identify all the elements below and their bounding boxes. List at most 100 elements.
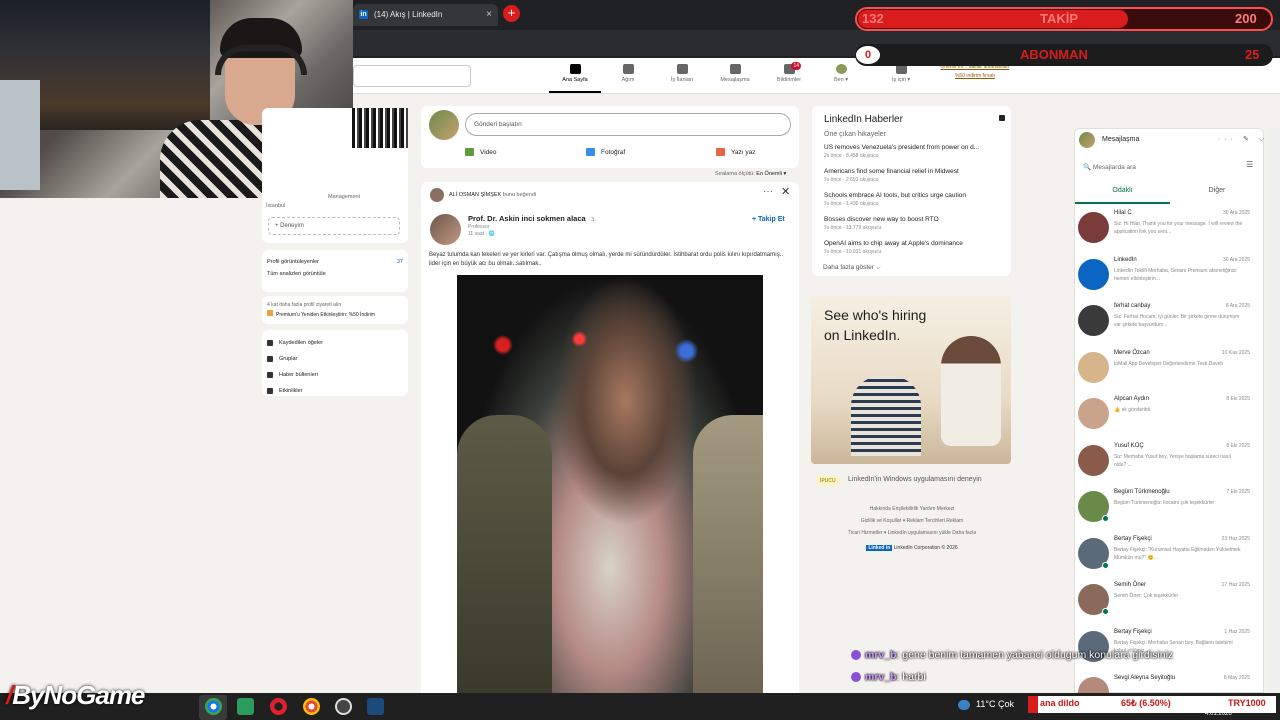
tab-close-icon[interactable]: × (486, 9, 492, 20)
conversation-item[interactable]: Yusuf KOÇ 8 Eki 2025 Siz: Merhaba Yusuf be… (1076, 442, 1252, 488)
nav-messaging[interactable]: Mesajlaşma (709, 64, 761, 83)
nav-business[interactable]: İş için ▾ (875, 64, 927, 83)
weather-widget[interactable]: 11°C Çok (958, 699, 1014, 710)
article-label: Yazı yaz (731, 148, 756, 156)
news-meta: 7s önce · 1.430 okuyucu (824, 201, 879, 207)
nav-notifications[interactable]: 14 Bildirimler (763, 62, 815, 83)
news-headline: US removes Venezuela's president from po… (824, 144, 980, 151)
liker-action: bunu beğendi (502, 192, 537, 198)
start-post-input[interactable]: Gönderi başlatın (465, 113, 791, 136)
news-meta: 2s önce · 8.458 okuyucu (824, 153, 879, 159)
message-search-input[interactable]: 🔍 Mesajlarda ara (1083, 163, 1136, 171)
profile-banner (352, 108, 408, 148)
news-item[interactable]: Americans find some financial relief in … (824, 168, 1004, 183)
conversation-item[interactable]: Alpcan Aydın 8 Eki 2025 👍 ek gönderildi. (1076, 395, 1252, 441)
conversation-name: ferhat canbay (1114, 303, 1151, 309)
sort-dropdown[interactable]: Sıralama ölçütü: En Önemli ▾ (715, 171, 786, 177)
conversation-preview: LinkedIn Teklifi Merhaba, Senani Premium… (1114, 267, 1237, 282)
search-input[interactable] (353, 65, 471, 87)
close-icon[interactable]: ✕ (781, 185, 790, 198)
messaging-title[interactable]: Mesajlaşma (1102, 136, 1139, 143)
profile-viewers-row[interactable]: Profil görüntüleyenler 37 (267, 259, 403, 265)
nav-home[interactable]: Ana Sayfa (549, 64, 601, 93)
news-item[interactable]: US removes Venezuela's president from po… (824, 144, 1004, 159)
store-icon[interactable] (237, 698, 254, 715)
location-line: İstanbul (266, 203, 286, 209)
post-image[interactable] (457, 275, 763, 695)
conversation-item[interactable]: Merve Özcan 10 Kas 2025 InMail App Develop… (1076, 349, 1252, 395)
footer-row[interactable]: Ticari Hizmetler ▾ LinkedIn uygulamasını… (812, 527, 1012, 539)
link-label: Kaydedilen öğeler (279, 340, 324, 346)
conversation-date: 8 Eki 2025 (1226, 442, 1250, 449)
video-button[interactable]: Video (465, 148, 497, 156)
author-name-text: Prof. Dr. Askin inci sokmen alaca (468, 214, 586, 223)
info-icon[interactable] (999, 115, 1005, 121)
nav-network[interactable]: Ağım (602, 64, 654, 83)
chat-text: : gene benim tamamen yabanci oldugum kon… (896, 649, 1174, 661)
connection-degree: · 3. (587, 217, 596, 223)
avatar[interactable] (1079, 132, 1095, 148)
premium-icon (267, 310, 273, 316)
saved-items-link[interactable]: Kaydedilen öğeler (267, 335, 403, 351)
ticker-accent (1028, 696, 1038, 713)
events-link[interactable]: Etkinlikler (267, 383, 403, 399)
chrome-icon[interactable] (205, 698, 222, 715)
news-item[interactable]: OpenAI aims to chip away at Apple's domi… (824, 240, 1004, 255)
conversation-item[interactable]: Begüm Türkmenoğlu 7 Eki 2025 Begüm Türkmen… (1076, 488, 1252, 534)
nav-me[interactable]: Ben ▾ (815, 64, 867, 83)
write-article-button[interactable]: Yazı yaz (716, 148, 755, 156)
conversation-date: 17 Haz 2025 (1221, 582, 1250, 588)
messaging-actions-icon[interactable]: ··· ✎ ⌵ (1218, 135, 1268, 144)
steam-icon[interactable] (367, 698, 384, 715)
news-item[interactable]: Schools embrace AI tools, but critics ur… (824, 192, 1004, 207)
conversation-item[interactable]: LinkedIn 30 Ara 2025 LinkedIn Teklifi Merh… (1076, 256, 1252, 302)
avatar (1078, 305, 1109, 336)
news-item[interactable]: Bosses discover new way to boost RTO 7s ö… (824, 216, 1004, 231)
footer-row[interactable]: Gizlilik ve Koşullar ▾ Reklam Tercihleri… (812, 515, 1012, 527)
groups-link[interactable]: Gruplar (267, 351, 403, 367)
avatar (1078, 258, 1109, 290)
footer-row[interactable]: Hakkında Erişilebilirlik Yardım Merkezi (812, 503, 1012, 515)
avatar (835, 64, 847, 74)
conversation-date: 10 Kas 2025 (1221, 349, 1250, 356)
filter-icon[interactable]: ☰ (1246, 160, 1253, 169)
conversation-item[interactable]: ferhat canbay 8 Ara 2025 Siz: Ferhat Hocam… (1076, 302, 1252, 348)
author-name[interactable]: Prof. Dr. Askin inci sokmen alaca · 3. (468, 214, 596, 223)
follower-goal-fill (858, 10, 1128, 28)
windows-app-link[interactable]: LinkedIn'in Windows uygulamasını deneyin (848, 476, 982, 483)
police-lights (457, 315, 763, 375)
scrollbar[interactable] (1268, 128, 1280, 693)
conversation-item[interactable]: Semih Öner 17 Haz 2025 Semih Öner: Çok teş… (1076, 581, 1252, 627)
avatar[interactable] (430, 214, 461, 245)
profile-viewers-count: 37 (396, 259, 403, 265)
new-tab-button[interactable]: + (503, 5, 520, 22)
ticker-currency: TRY1000 (1228, 698, 1266, 708)
add-experience-button[interactable]: + Deneyim (268, 217, 400, 235)
soldier-left (457, 415, 552, 695)
conversation-item[interactable]: Bertay Fişekçi 23 Haz 2025 Bertay Fişekçi:… (1076, 535, 1252, 581)
opera-icon[interactable] (270, 698, 287, 715)
avatar[interactable] (429, 110, 459, 140)
tab-focused[interactable]: Odaklı (1075, 180, 1170, 204)
link-label: Haber bültenleri (279, 372, 318, 378)
tab-other[interactable]: Diğer (1170, 180, 1264, 204)
sort-label: Sıralama ölçütü: (715, 171, 755, 177)
more-options-icon[interactable]: ··· (763, 186, 773, 197)
profile-headline: Management İstanbul (266, 193, 360, 211)
newsletters-link[interactable]: Haber bültenleri (267, 367, 403, 383)
sort-value: En Önemli ▾ (756, 171, 787, 177)
conversation-preview: InMail App Developer Değerlendirme Testi… (1114, 360, 1223, 367)
chrome-profile-icon[interactable] (303, 698, 320, 715)
browser-tab[interactable]: in (14) Akış | LinkedIn × (353, 4, 498, 26)
obs-icon[interactable] (335, 698, 352, 715)
conversation-item[interactable]: Hilal C 30 Ara 2025 Siz: Hi Hilal, Thank y… (1076, 209, 1252, 255)
conversation-preview: Siz: Ferhat Hocam, iyi günler. Bir şirke… (1114, 314, 1240, 328)
photo-button[interactable]: Fotoğraf (586, 148, 625, 156)
premium-card[interactable]: 4 kat daha fazla profil ziyareti alın Pr… (262, 296, 408, 324)
liker-name[interactable]: ALİ OSMAN ŞİMŞEK (449, 192, 501, 198)
analytics-row[interactable]: Tüm analizleri görüntüle (267, 271, 403, 277)
nav-jobs[interactable]: İş İlanları (656, 64, 708, 83)
follow-button[interactable]: + Takip Et (752, 216, 785, 223)
show-more-button[interactable]: Daha fazla göster ⌵ (823, 264, 881, 272)
avatar[interactable] (430, 188, 444, 202)
